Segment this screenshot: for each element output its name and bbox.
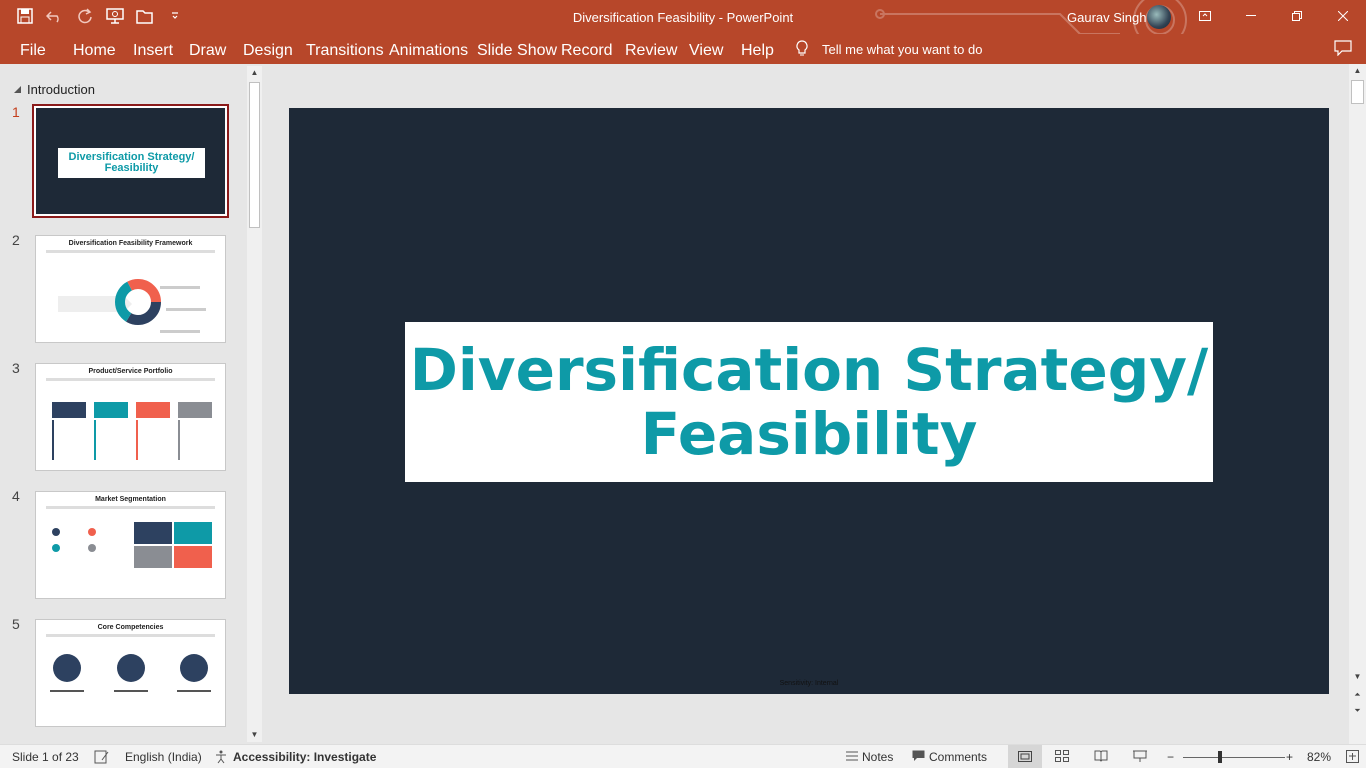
tab-home[interactable]: Home <box>73 42 116 60</box>
zoom-slider-track[interactable] <box>1183 757 1285 758</box>
tab-design[interactable]: Design <box>243 42 293 60</box>
status-bar: Slide 1 of 23 English (India) Accessibil… <box>0 744 1366 768</box>
restore-icon[interactable] <box>1274 0 1320 32</box>
fit-to-window-icon[interactable] <box>1346 750 1359 766</box>
next-slide-icon[interactable]: ⏷ <box>1351 706 1364 718</box>
comments-icon[interactable] <box>1334 40 1352 61</box>
slide-title-line-1: Diversification Strategy/ <box>409 336 1209 404</box>
scroll-down-icon[interactable]: ▼ <box>249 730 260 742</box>
comments-button[interactable]: Comments <box>929 750 987 764</box>
minimize-icon[interactable] <box>1228 0 1274 32</box>
slide-thumbnail-5[interactable]: Core Competencies <box>35 619 226 727</box>
thumb-text <box>46 250 215 253</box>
tab-transitions[interactable]: Transitions <box>306 42 384 60</box>
collapse-triangle-icon[interactable] <box>14 86 21 93</box>
editor-scrollbar[interactable]: ▲ ▼ ⏶ ⏷ <box>1349 64 1366 744</box>
thumb-title: Diversification Strategy/ Feasibility <box>58 148 205 178</box>
accessibility-status[interactable]: Accessibility: Investigate <box>233 750 376 764</box>
reading-view-icon[interactable] <box>1094 750 1108 765</box>
normal-view-icon[interactable] <box>1008 745 1042 768</box>
accessibility-icon[interactable] <box>214 750 229 767</box>
slide-show-icon[interactable] <box>1133 750 1147 766</box>
thumb-text <box>46 634 215 637</box>
thumb-quadrant <box>52 522 212 568</box>
tab-help[interactable]: Help <box>741 42 774 60</box>
slide-thumbnail-4[interactable]: Market Segmentation <box>35 491 226 599</box>
slide-thumbnail-1[interactable]: Diversification Strategy/ Feasibility <box>32 104 229 218</box>
sensitivity-label: Sensitivity: Internal <box>779 680 839 687</box>
thumb-icons <box>50 654 211 692</box>
slide-thumbnail-pane: Introduction 1 Diversification Strategy/… <box>0 64 262 744</box>
ribbon-tabs: File Home Insert Draw Design Transitions… <box>0 34 1366 64</box>
thumb-number: 4 <box>12 488 20 504</box>
close-icon[interactable] <box>1320 0 1366 32</box>
lightbulb-icon[interactable] <box>796 40 808 62</box>
spelling-check-icon[interactable] <box>94 750 110 767</box>
zoom-out-icon[interactable]: − <box>1167 750 1174 764</box>
thumb-diagram <box>58 279 206 333</box>
scroll-up-icon[interactable]: ▲ <box>1351 66 1364 78</box>
tab-draw[interactable]: Draw <box>189 42 226 60</box>
user-name[interactable]: Gaurav Singh <box>1067 10 1147 25</box>
zoom-slider-handle[interactable] <box>1218 751 1222 763</box>
zoom-in-icon[interactable]: + <box>1286 750 1293 764</box>
scroll-down-icon[interactable]: ▼ <box>1351 672 1364 684</box>
ribbon-display-options-icon[interactable] <box>1182 0 1228 32</box>
slide-title-line-2: Feasibility <box>640 400 978 468</box>
window-controls <box>1182 0 1366 32</box>
language-selector[interactable]: English (India) <box>125 750 202 764</box>
scrollbar-thumb[interactable] <box>249 82 260 228</box>
thumb-text <box>46 378 215 381</box>
thumb-title: Core Competencies <box>97 624 164 631</box>
tab-view[interactable]: View <box>689 42 723 60</box>
thumb-number: 2 <box>12 232 20 248</box>
tab-animations[interactable]: Animations <box>389 42 468 60</box>
title-bar: Diversification Feasibility - PowerPoint… <box>0 0 1366 47</box>
section-title: Introduction <box>27 82 95 97</box>
zoom-level[interactable]: 82% <box>1307 750 1331 764</box>
thumb-title: Market Segmentation <box>95 496 166 503</box>
thumb-number: 5 <box>12 616 20 632</box>
slide-sorter-icon[interactable] <box>1055 750 1069 765</box>
tab-review[interactable]: Review <box>625 42 677 60</box>
thumb-title: Diversification Feasibility Framework <box>68 240 193 247</box>
tell-me-search[interactable]: Tell me what you want to do <box>822 42 982 57</box>
thumb-text <box>46 506 215 509</box>
slide-counter: Slide 1 of 23 <box>12 750 79 764</box>
slide-title-box[interactable]: Diversification Strategy/ Feasibility <box>405 322 1213 482</box>
slide-thumbnail-2[interactable]: Diversification Feasibility Framework <box>35 235 226 343</box>
notes-icon[interactable] <box>846 750 858 765</box>
section-header[interactable]: Introduction <box>14 82 95 97</box>
avatar[interactable] <box>1147 5 1171 29</box>
thumb-number: 3 <box>12 360 20 376</box>
thumbnail-scrollbar[interactable]: ▲ ▼ <box>247 66 262 742</box>
thumb-columns <box>52 402 212 460</box>
previous-slide-icon[interactable]: ⏶ <box>1351 690 1364 702</box>
slide-thumbnail-3[interactable]: Product/Service Portfolio <box>35 363 226 471</box>
scroll-up-icon[interactable]: ▲ <box>249 68 260 80</box>
tab-file[interactable]: File <box>20 42 46 60</box>
tab-record[interactable]: Record <box>561 42 613 60</box>
tab-slide-show[interactable]: Slide Show <box>477 42 557 60</box>
thumb-number: 1 <box>12 104 20 120</box>
current-slide[interactable]: Diversification Strategy/ Feasibility Se… <box>289 108 1329 694</box>
notes-button[interactable]: Notes <box>862 750 893 764</box>
tab-insert[interactable]: Insert <box>133 42 173 60</box>
thumb-title: Product/Service Portfolio <box>88 368 173 375</box>
comments-status-icon[interactable] <box>912 750 925 765</box>
scrollbar-thumb[interactable] <box>1351 80 1364 104</box>
